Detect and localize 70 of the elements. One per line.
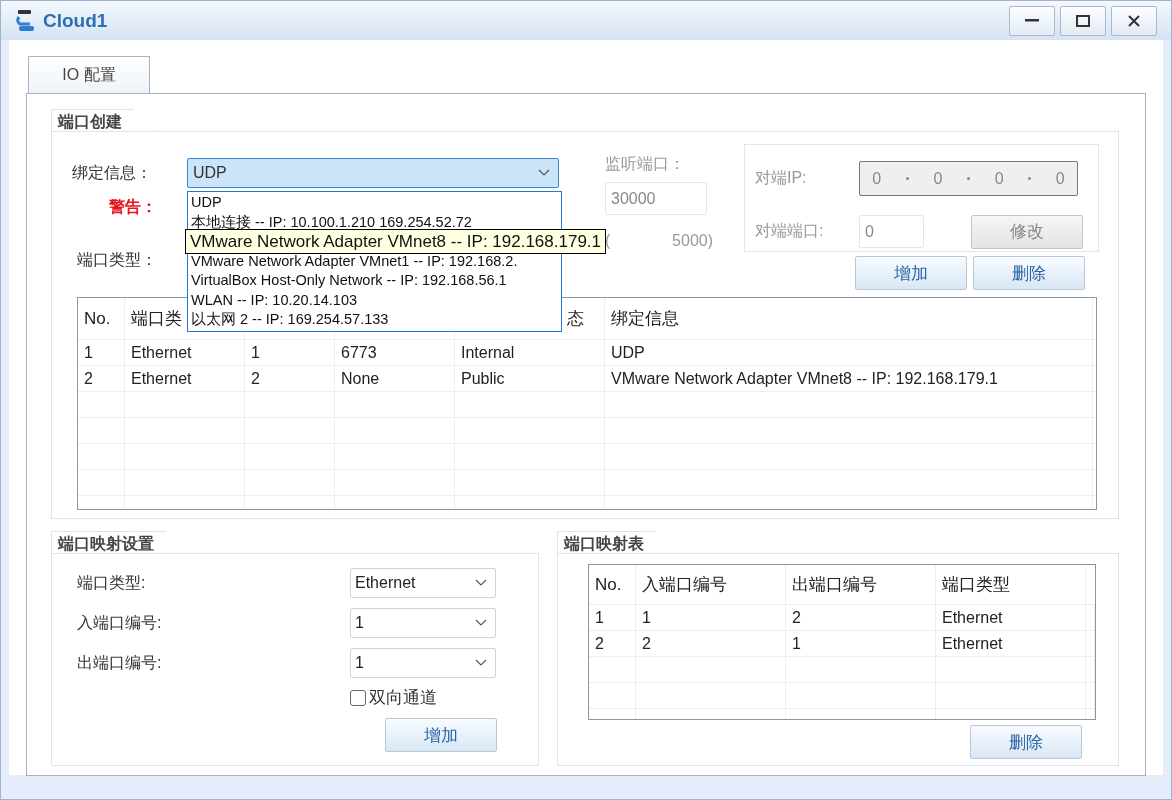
table-cell: Internal	[455, 340, 605, 365]
minimize-icon	[1025, 19, 1039, 22]
field-label: 对端IP:	[755, 168, 808, 189]
table-cell: Ethernet	[125, 340, 245, 365]
add-button[interactable]: 增加	[385, 718, 497, 752]
column-header: 端口类型	[936, 565, 1086, 604]
table-cell: 2	[589, 631, 636, 656]
maximize-button[interactable]	[1060, 5, 1106, 36]
port-input[interactable]: 0	[859, 215, 924, 249]
field-label: 端口类型：	[77, 251, 157, 268]
dropdown-item[interactable]: UDP	[191, 194, 222, 210]
table-cell: Ethernet	[125, 366, 245, 391]
table-cell: 1	[786, 631, 936, 656]
chevron-down-icon	[475, 659, 487, 667]
chevron-down-icon	[475, 579, 487, 587]
dot-icon	[1028, 177, 1032, 181]
field-label: 绑定信息：	[72, 162, 153, 183]
port-input[interactable]: 30000	[605, 182, 707, 215]
action-button[interactable]: 删除	[973, 256, 1085, 290]
dropdown-item[interactable]: 本地连接 -- IP: 10.100.1.210 169.254.52.72	[191, 213, 472, 230]
close-icon	[1128, 14, 1140, 27]
field-label: 监听端口：	[605, 155, 685, 172]
table-cell: 1	[636, 605, 786, 630]
chevron-down-icon	[475, 619, 487, 627]
close-button[interactable]	[1111, 5, 1157, 36]
table-cell: Ethernet	[936, 605, 1086, 630]
delete-button[interactable]: 删除	[970, 725, 1082, 759]
field-label: 入端口编号:	[77, 612, 162, 633]
table-cell: 6773	[335, 340, 455, 365]
window-title: Cloud1	[43, 9, 109, 32]
checkbox[interactable]	[350, 689, 366, 706]
table-cell: Public	[455, 366, 605, 391]
table-cell: 1	[589, 605, 636, 630]
maximize-icon	[1076, 14, 1090, 27]
dot-icon	[905, 177, 909, 181]
field-label: 对端端口:	[755, 221, 825, 242]
tab[interactable]: IO 配置	[28, 56, 150, 93]
tooltip: VMware Network Adapter VMnet8 -- IP: 192.168.179.1	[185, 229, 607, 254]
column-header: No.	[589, 565, 636, 604]
table-cell: VMware Network Adapter VMnet8 -- IP: 192.168.179.1	[605, 366, 1093, 391]
table-cell: 2	[245, 366, 335, 391]
table-cell: 1	[245, 340, 335, 365]
warning-label: 警告：	[109, 198, 157, 215]
column-header: 入端口编号	[636, 565, 786, 604]
select-field[interactable]: 1	[350, 608, 496, 638]
dropdown-item[interactable]: VMware Network Adapter VMnet1 -- IP: 192.168.2.	[191, 252, 518, 269]
dot-icon	[967, 177, 970, 181]
table-cell: 2	[636, 631, 786, 656]
dropdown-item[interactable]: VirtualBox Host-Only Network -- IP: 192.168.56.1	[191, 272, 507, 288]
column-header: No.	[78, 298, 125, 339]
select-field[interactable]: 1	[350, 648, 496, 678]
table-cell: UDP	[605, 340, 1093, 365]
column-header: 出端口编号	[786, 565, 936, 604]
hint-text: 5000)	[672, 232, 713, 250]
binding-dropdown[interactable]: UDP	[187, 158, 559, 188]
field-label: 出端口编号:	[77, 652, 162, 673]
minimize-button[interactable]	[1009, 5, 1055, 36]
chevron-down-icon	[538, 169, 550, 177]
table-cell: None	[335, 366, 455, 391]
checkbox-label: 双向通道	[369, 687, 437, 709]
select-field[interactable]: Ethernet	[350, 568, 496, 598]
field-label: 端口类型:	[77, 572, 146, 593]
table-cell: 2	[78, 366, 125, 391]
action-button[interactable]: 增加	[855, 256, 967, 290]
hint-text: (	[605, 232, 611, 250]
table-cell: 2	[786, 605, 936, 630]
table-cell: Ethernet	[936, 631, 1086, 656]
app-icon	[15, 8, 37, 33]
table-cell: 1	[78, 340, 125, 365]
column-header: 绑定信息	[605, 298, 1093, 339]
